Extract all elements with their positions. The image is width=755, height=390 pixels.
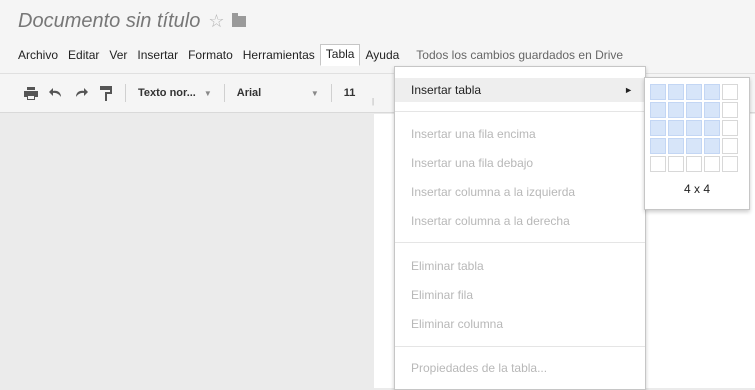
chevron-down-icon: ▼ (310, 88, 319, 98)
menu-formato[interactable]: Formato (183, 45, 238, 65)
menu-ayuda[interactable]: Ayuda (360, 45, 404, 65)
redo-icon[interactable] (70, 82, 92, 104)
menu-item-delete-row[interactable]: Eliminar fila (395, 283, 645, 307)
table-grid-cell[interactable] (668, 102, 684, 118)
menu-item-label: Propiedades de la tabla... (411, 361, 548, 375)
table-grid-cell[interactable] (650, 120, 666, 136)
font-select-value: Arial (236, 87, 262, 99)
menu-item-table-properties[interactable]: Propiedades de la tabla... (395, 356, 645, 380)
size-select-value: 11 (343, 87, 356, 99)
title-row: Documento sin título ☆ (18, 8, 247, 34)
table-grid-cell[interactable] (704, 102, 720, 118)
menu-ver[interactable]: Ver (104, 45, 132, 65)
table-grid-cell[interactable] (686, 120, 702, 136)
table-grid-cell[interactable] (686, 156, 702, 172)
style-select-value: Texto nor... (138, 87, 196, 99)
chevron-down-icon: ▼ (203, 88, 212, 98)
ruler-marker: | (372, 97, 375, 106)
menu-item-label: Eliminar tabla (411, 259, 484, 273)
menu-item-insert-table[interactable]: Insertar tabla ► (395, 78, 645, 102)
table-grid-cell[interactable] (722, 84, 738, 100)
table-grid-cell[interactable] (668, 156, 684, 172)
table-grid-cell[interactable] (704, 120, 720, 136)
font-select[interactable]: Arial ▼ (233, 82, 323, 104)
table-grid-cell[interactable] (722, 120, 738, 136)
menu-item-label: Eliminar fila (411, 288, 474, 302)
table-grid-cell[interactable] (668, 138, 684, 154)
style-select[interactable]: Texto nor... ▼ (134, 82, 216, 104)
table-grid-cell[interactable] (650, 156, 666, 172)
table-grid-cell[interactable] (722, 156, 738, 172)
table-grid-cell[interactable] (686, 84, 702, 100)
menu-item-label: Insertar tabla (411, 83, 482, 97)
menu-archivo[interactable]: Archivo (13, 45, 63, 65)
menu-item-insert-col-right[interactable]: Insertar columna a la derecha (395, 209, 645, 233)
table-size-picker: 4 x 4 (644, 77, 750, 210)
toolbar-separator (125, 84, 126, 102)
table-grid-cell[interactable] (650, 138, 666, 154)
table-grid-cell[interactable] (704, 138, 720, 154)
folder-icon[interactable] (232, 12, 247, 27)
menu-item-insert-row-above[interactable]: Insertar una fila encima (395, 122, 645, 146)
menu-item-delete-col[interactable]: Eliminar columna (395, 312, 645, 336)
table-size-label: 4 x 4 (683, 182, 710, 196)
table-size-grid (650, 84, 738, 172)
menu-separator (395, 242, 645, 243)
toolbar-separator (330, 84, 332, 102)
menu-item-label: Insertar columna a la izquierda (411, 185, 576, 199)
menu-tabla[interactable]: Tabla (319, 44, 361, 66)
size-select[interactable]: 11 (340, 82, 360, 104)
toolbar-separator (223, 84, 225, 102)
star-icon[interactable]: ☆ (208, 11, 224, 32)
print-icon[interactable] (20, 82, 42, 104)
table-grid-cell[interactable] (686, 138, 702, 154)
menu-item-insert-col-left[interactable]: Insertar columna a la izquierda (395, 180, 645, 204)
table-grid-cell[interactable] (650, 102, 666, 118)
save-status: Todos los cambios guardados en Drive (416, 48, 624, 62)
menu-item-label: Insertar una fila debajo (411, 156, 534, 170)
paint-format-icon[interactable] (95, 82, 117, 104)
menu-item-label: Insertar una fila encima (411, 127, 536, 141)
menu-insertar[interactable]: Insertar (132, 45, 183, 65)
menu-item-insert-row-below[interactable]: Insertar una fila debajo (395, 151, 645, 175)
app-header: Documento sin título ☆ Archivo Editar Ve… (0, 0, 755, 73)
table-grid-cell[interactable] (668, 120, 684, 136)
menu-item-label: Insertar columna a la derecha (411, 214, 570, 228)
undo-icon[interactable] (45, 82, 67, 104)
table-grid-cell[interactable] (722, 138, 738, 154)
table-grid-cell[interactable] (686, 102, 702, 118)
document-title[interactable]: Documento sin título (18, 10, 200, 33)
table-grid-cell[interactable] (668, 84, 684, 100)
table-grid-cell[interactable] (722, 102, 738, 118)
menu-item-label: Eliminar columna (411, 317, 504, 331)
menu-separator (395, 111, 645, 112)
submenu-arrow-icon: ► (624, 85, 633, 95)
table-grid-cell[interactable] (704, 84, 720, 100)
menu-separator (395, 346, 645, 347)
menubar: Archivo Editar Ver Insertar Formato Herr… (13, 44, 623, 66)
menu-item-delete-table[interactable]: Eliminar tabla (395, 254, 645, 278)
menu-editar[interactable]: Editar (63, 45, 104, 65)
menu-herramientas[interactable]: Herramientas (238, 45, 320, 65)
table-grid-cell[interactable] (704, 156, 720, 172)
table-grid-cell[interactable] (650, 84, 666, 100)
table-menu-dropdown: Insertar tabla ► Insertar una fila encim… (394, 66, 646, 390)
